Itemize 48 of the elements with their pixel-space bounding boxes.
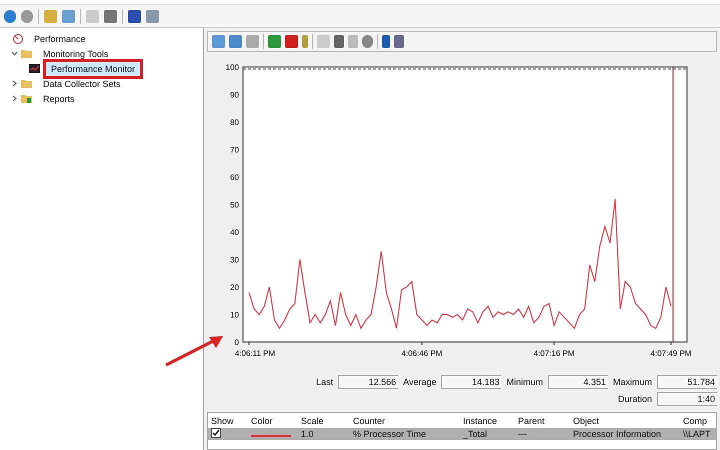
stat-label: Minimum <box>506 377 543 387</box>
column-header[interactable]: Comp <box>680 416 716 426</box>
monitor-icon <box>29 64 40 73</box>
stat-value: 51.784 <box>657 375 717 389</box>
table-cell-text: 1.0 <box>300 429 315 439</box>
axis-tick-label: 50 <box>230 200 239 210</box>
column-header[interactable]: Scale <box>298 416 350 426</box>
stat-label: Last <box>316 377 334 387</box>
table-cell-text: % Processor Time <box>352 429 428 439</box>
stat-label: Maximum <box>612 377 652 387</box>
axis-tick-label: 100 <box>226 63 239 72</box>
axis-tick-label: 0 <box>234 338 239 347</box>
column-header[interactable]: Instance <box>460 416 515 426</box>
axis-tick-label: 60 <box>230 173 239 182</box>
counter-row[interactable]: 1.0 % Processor Time _Total --- Processor Information \\LAPT <box>208 428 716 440</box>
expand-caret-icon[interactable] <box>10 80 18 88</box>
stat-value: 4.351 <box>548 375 608 389</box>
column-header[interactable]: Color <box>248 416 298 426</box>
stat-value: 1:40 <box>657 392 717 406</box>
column-header[interactable]: Show <box>208 416 248 426</box>
table-cell-text: --- <box>517 429 528 439</box>
axis-tick-label: 30 <box>230 256 239 264</box>
axis-tick-label: 4:06:11 PM <box>234 349 276 358</box>
tree-item[interactable]: Performance Monitor <box>43 58 144 78</box>
axis-tick-label: 20 <box>230 283 239 292</box>
table-cell-text: \\LAPT <box>682 429 712 439</box>
axis-tick-label: 80 <box>230 118 239 127</box>
axis-tick-label: 10 <box>230 310 239 320</box>
axis-tick-label: 4:07:49 PM <box>650 349 692 358</box>
axis-tick-label: 70 <box>230 146 239 154</box>
gauge-icon <box>13 34 23 44</box>
report-folder-icon <box>21 94 32 103</box>
axis-tick-label: 40 <box>230 228 239 237</box>
column-header[interactable]: Parent <box>515 416 570 426</box>
stat-label: Duration <box>616 394 652 404</box>
stat-value: 14.183 <box>441 375 502 389</box>
stat-value: 12.566 <box>338 375 398 389</box>
expand-caret-icon[interactable] <box>10 94 18 102</box>
table-cell-text: _Total <box>462 429 488 439</box>
collapse-caret-icon[interactable] <box>10 50 18 58</box>
axis-tick-label: 4:06:46 PM <box>401 349 442 358</box>
axis-tick-label: 4:07:16 PM <box>534 349 575 358</box>
axis-tick-label: 90 <box>230 90 239 100</box>
column-header[interactable]: Object <box>570 416 680 426</box>
table-cell-text: Processor Information <box>572 429 662 439</box>
stat-label: Average <box>403 377 436 387</box>
show-checkbox[interactable] <box>211 428 221 438</box>
column-header[interactable]: Counter <box>350 416 460 426</box>
